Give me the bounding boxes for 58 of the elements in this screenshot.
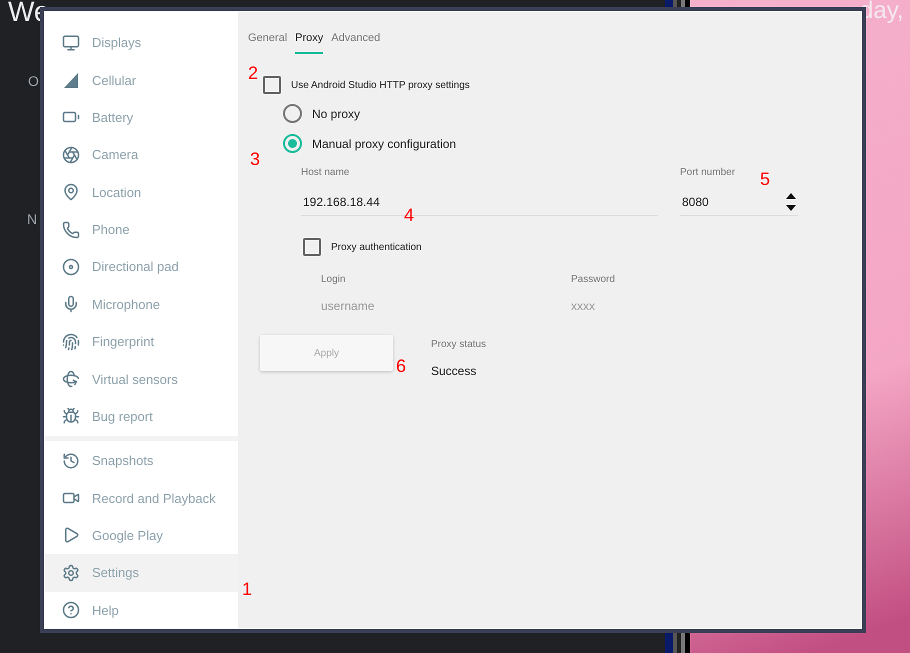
status-value: Success [431, 364, 478, 378]
radio-button[interactable] [283, 134, 302, 153]
sidebar-icon [62, 370, 80, 388]
sidebar-icon [62, 295, 80, 314]
field-label: Login [321, 274, 346, 285]
annotation-number: 5 [760, 169, 770, 190]
field-label: Password [571, 274, 616, 285]
sidebar-item[interactable]: Google Play [44, 516, 238, 554]
checkbox-label: Use Android Studio HTTP proxy settings [291, 80, 470, 90]
sidebar-icon [62, 34, 80, 52]
radio-label: Manual proxy configuration [312, 136, 456, 150]
sidebar-item[interactable]: Help [44, 592, 238, 629]
sidebar-icon [62, 564, 80, 582]
checkbox-label: Proxy authentication [331, 242, 422, 252]
sidebar-icon [62, 258, 80, 276]
sidebar-icon [62, 332, 80, 351]
sidebar-item[interactable]: Location [44, 174, 238, 211]
sidebar-icon [62, 601, 80, 620]
checkbox[interactable] [263, 76, 281, 94]
sidebar-icon [62, 146, 80, 164]
status-label: Proxy status [431, 339, 486, 350]
sidebar-item[interactable]: Fingerprint [44, 323, 238, 360]
background-text: O [28, 73, 39, 89]
password-field[interactable]: xxxx [571, 299, 691, 313]
annotation-number: 1 [242, 579, 252, 600]
tab[interactable]: Proxy [295, 27, 324, 54]
sidebar-item[interactable]: Battery [44, 98, 238, 136]
signal-icon [62, 71, 80, 90]
annotation-number: 3 [250, 149, 260, 170]
sidebar-icon [62, 526, 80, 544]
spinner-icon[interactable] [786, 190, 796, 212]
sidebar-item[interactable]: Bug report [44, 398, 238, 436]
field-label: Host name [301, 167, 350, 178]
tab[interactable]: General [248, 27, 288, 54]
checkbox[interactable] [303, 238, 321, 256]
sidebar-item[interactable]: Cellular [44, 61, 238, 99]
annotation-number: 2 [248, 63, 258, 84]
sidebar-icon [62, 183, 80, 202]
sidebar-item[interactable]: Snapshots [44, 442, 238, 480]
login-field[interactable]: username [321, 299, 571, 313]
sidebar-item[interactable]: Settings [44, 554, 238, 592]
sidebar-icon [62, 407, 80, 426]
radio-label: No proxy [312, 106, 360, 120]
sidebar-item[interactable]: Microphone [44, 286, 238, 323]
background-text: N [27, 211, 38, 227]
port-field[interactable]: 8080 [680, 188, 798, 216]
sidebar-icon [62, 452, 80, 470]
sidebar-icon [62, 220, 80, 239]
sidebar-item[interactable]: Directional pad [44, 248, 238, 286]
sidebar-item[interactable]: Record and Playback [44, 479, 238, 517]
field-label: Port number [680, 167, 736, 178]
sidebar-item[interactable]: Camera [44, 136, 238, 174]
sidebar-item[interactable]: Virtual sensors [44, 360, 238, 398]
sidebar-item[interactable]: Phone [44, 210, 238, 248]
sidebar-item[interactable]: Displays [44, 24, 238, 62]
annotation-number: 6 [396, 356, 406, 377]
radio-button[interactable] [283, 104, 302, 123]
tab[interactable]: Advanced [331, 27, 380, 54]
